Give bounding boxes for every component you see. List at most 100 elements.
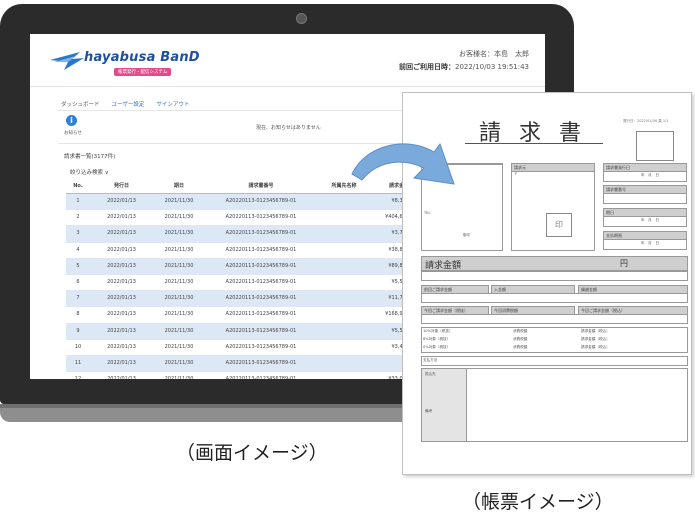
postal-mark: 〒 [514, 172, 518, 176]
tax-right-3: 請求金額（税込） [581, 345, 610, 349]
row-no: 7 [76, 295, 80, 302]
row-no: 9 [76, 327, 80, 334]
row-no: 10 [74, 343, 82, 350]
payment-head: 支払方法 [423, 358, 438, 362]
row-due-date: 2021/11/30 [164, 278, 194, 285]
payment-row [421, 356, 688, 366]
remarks-side [422, 369, 467, 441]
row-invoice-number: A20220113-0123456789-01 [225, 278, 297, 285]
row-no: 6 [76, 278, 80, 285]
amount-bar: 請求金額 円 [421, 256, 688, 271]
row-issue-date: 2022/01/13 [107, 198, 136, 204]
row-due-date: 2021/11/30 [164, 246, 194, 253]
row-no: 3 [76, 230, 80, 237]
row-invoice-number: A20220113-0123456789-01 [225, 295, 297, 302]
caption-screen-image: （画面イメージ） [176, 442, 328, 464]
row-due-date: 2021/11/30 [164, 295, 194, 302]
due-date-fields: 年 月 日 [641, 218, 659, 222]
camera-icon [296, 13, 307, 24]
number-field [603, 193, 687, 204]
summary-values-2 [421, 314, 688, 324]
curved-arrow-icon [351, 142, 455, 185]
invoice-date: 発行日：2022/01/06 頁 1/1 [623, 119, 669, 123]
last-login-value: 2022/10/03 19:51:43 [454, 63, 529, 71]
row-invoice-number: A20220113-0123456789-01 [225, 214, 297, 221]
recipient-tel: TEL [424, 211, 431, 215]
stamp-box [636, 131, 674, 161]
tax-8-label: 8%対象（税抜） [423, 337, 451, 341]
table-row[interactable]: 3 2022/01/13 2021/11/30 A20220113-012345678… [66, 226, 446, 243]
invoice-table: No. 発行日 期日 請求書番号 所属先名称 請求金額 1 2022/01/13 2… [66, 179, 446, 379]
table-row[interactable]: 10 2022/01/13 2021/11/30 A20220113-01234567… [66, 340, 446, 356]
recipient-honorific: 御中 [463, 233, 471, 237]
table-row[interactable]: 7 2022/01/13 2021/11/30 A20220113-012345678… [66, 291, 446, 308]
tab-dashboard[interactable]: ダッシュボード [60, 100, 101, 108]
last-login: 前回ご利用日時：2022/10/03 19:51:43 [399, 62, 529, 72]
table-body: 1 2022/01/13 2021/11/30 A20220113-012345678… [66, 194, 446, 379]
row-due-date: 2021/11/30 [154, 372, 204, 379]
amount-subrow [421, 271, 688, 281]
row-issue-date: 2022/01/13 [107, 327, 136, 334]
row-issue-date: 2022/01/13 [107, 343, 136, 350]
row-due-date: 2021/11/30 [164, 198, 194, 204]
table-row[interactable]: 4 2022/01/13 2021/11/30 A20220113-012345678… [66, 243, 446, 259]
remarks-head: 備考 [425, 409, 433, 413]
table-row[interactable]: 5 2022/01/13 2021/11/30 A20220113-012345678… [66, 258, 446, 275]
row-invoice-number: A20220113-0123456789-01 [225, 359, 297, 366]
row-due-date: 2021/11/30 [164, 230, 194, 237]
issue-date-fields: 年 月 日 [641, 173, 659, 177]
row-invoice-number: A20220113-0123456789-01 [225, 343, 297, 350]
row-issue-date: 2022/01/13 [107, 359, 136, 366]
tab-bar: ダッシュボード ユーザー設定 サインアウト [60, 100, 190, 108]
header-due-date[interactable]: 期日 [154, 179, 204, 193]
tax-right-1: 請求金額（税込） [581, 329, 610, 333]
tab-signout[interactable]: サインアウト [155, 100, 190, 108]
row-issue-date: 2022/01/13 [107, 295, 136, 302]
row-no: 2 [76, 214, 80, 221]
remarks-area: 振込先 備考 [421, 368, 688, 442]
row-issue-date: 2022/01/13 [107, 262, 136, 269]
row-invoice-number: A20220113-0123456789-01 [225, 198, 297, 204]
app-header: hayabusa BanD 帳票発行・配信システム お客様名：本島 太郎 前回ご… [30, 34, 545, 87]
row-no: 1 [76, 198, 80, 204]
row-invoice-number: A20220113-0123456789-01 [225, 246, 297, 253]
notice-text: 現在、お知らせはありません [256, 125, 321, 131]
row-no: 8 [76, 311, 80, 318]
info-icon[interactable]: i [66, 115, 77, 126]
logo-text: hayabusa BanD [84, 50, 200, 65]
summary-values-1 [421, 293, 688, 303]
row-invoice-number: A20220113-0123456789-01 [225, 311, 297, 318]
row-issue-date: 2022/01/13 [107, 230, 136, 237]
row-no: 4 [76, 246, 80, 253]
logo[interactable]: hayabusa BanD 帳票発行・配信システム [50, 48, 210, 78]
tax-0-label: 0%対象（税抜） [423, 345, 451, 349]
row-due-date: 2021/11/30 [164, 311, 194, 318]
table-row[interactable]: 2 2022/01/13 2021/11/30 A20220113-012345678… [66, 210, 446, 227]
falcon-logo-icon [50, 52, 84, 70]
row-due-date: 2021/11/30 [164, 262, 194, 269]
table-row[interactable]: 12 2022/01/13 2021/11/30A20220113-01234567… [66, 372, 446, 379]
filter-toggle[interactable]: 絞り込み検索 ∨ [70, 168, 109, 176]
amount-label: 請求金額 [425, 261, 462, 271]
row-issue-date: 2022/01/13 [107, 246, 136, 253]
row-issue-date: 2022/01/13 [94, 372, 149, 379]
tax-block [421, 327, 688, 353]
sender-box [511, 163, 595, 251]
invoice-list-title: 請求書一覧(3177件) [64, 154, 116, 160]
sender-head: 請求元 [511, 163, 595, 172]
header-issue-date[interactable]: 発行日 [94, 179, 149, 193]
table-row[interactable]: 6 2022/01/13 2021/11/30 A20220113-012345678… [66, 275, 446, 292]
table-row[interactable]: 11 2022/01/13 2021/11/30 A20220113-01234567… [66, 355, 446, 373]
notice-label: お知らせ [64, 131, 82, 136]
table-row[interactable]: 8 2022/01/13 2021/11/30 A20220113-012345678… [66, 307, 446, 324]
table-row[interactable]: 9 2022/01/13 2021/11/30 A20220113-012345678… [66, 323, 446, 340]
header-invoice-number[interactable]: 請求書番号 [206, 179, 316, 193]
tax-10-vat: 消費税額 [513, 329, 528, 333]
row-no: 11 [74, 359, 82, 366]
row-invoice-number: A20220113-0123456789-01 [225, 327, 297, 334]
tax-right-2: 請求金額（税込） [581, 337, 610, 341]
row-no: 5 [76, 262, 80, 269]
row-issue-date: 2022/01/13 [107, 214, 136, 221]
title-underline [465, 143, 603, 144]
tab-user-settings[interactable]: ユーザー設定 [111, 100, 146, 108]
